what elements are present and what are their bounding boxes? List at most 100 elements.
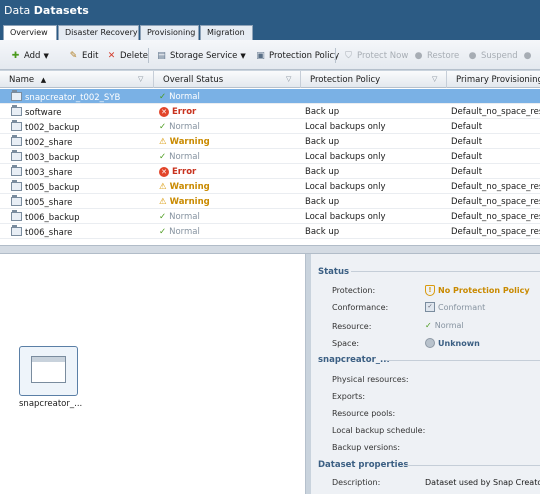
dataset-name: t003_backup [25, 153, 80, 163]
description-value: Dataset used by Snap Creator F [425, 478, 540, 487]
check-icon: ✓ [159, 122, 167, 132]
status-cell: ✓ Normal [156, 224, 301, 239]
tab-overview[interactable]: Overview [3, 25, 57, 41]
protection-value: ! No Protection Policy [425, 285, 530, 296]
dataset-name-cell: t003_backup [8, 149, 154, 164]
protection-policy-cell: Back up [305, 227, 340, 237]
sort-ascending-icon: ▲ [40, 76, 47, 84]
check-icon: ✓ [425, 321, 432, 330]
table-row[interactable]: snapcreator_t002_SYB ✓ Normal [0, 89, 540, 104]
filter-icon[interactable]: ▽ [286, 75, 295, 84]
table-row[interactable]: t002_backup ✓ Normal Local backups only Defa… [0, 119, 540, 134]
protection-policy-cell: Local backups only [305, 182, 386, 192]
dataset-folder-icon [11, 105, 22, 116]
status-cell: ⚠ Warning [156, 134, 301, 149]
tab-migration[interactable]: Migration [200, 25, 253, 40]
dataset-node-icon [31, 356, 66, 383]
dataset-name: t005_share [25, 198, 73, 208]
page-title: Datasets [33, 4, 89, 17]
policy-icon: ▣ [256, 50, 265, 61]
dataset-name-cell: software [8, 104, 154, 119]
status-normal: Normal [169, 122, 200, 132]
table-row[interactable]: t003_backup ✓ Normal Local backups only Defa… [0, 149, 540, 164]
space-value: Unknown [425, 338, 480, 348]
status-section-title: Status [318, 267, 350, 277]
protection-policy-button[interactable]: ▣ Protection Policy [255, 49, 339, 63]
title-prefix: Data [4, 4, 31, 17]
column-header-policy[interactable]: Protection Policy [301, 71, 447, 88]
dataset-name: t002_share [25, 138, 73, 148]
tab-provisioning[interactable]: Provisioning [140, 25, 199, 40]
provisioning-policy-cell: Default_no_space_reser [451, 107, 540, 117]
conformance-icon: ✓ [425, 302, 435, 312]
datasets-table: Name ▲ ▽ Overall Status ▽ Protection Pol… [0, 71, 540, 245]
edit-label: Edit [82, 51, 99, 61]
dataset-folder-icon [11, 165, 22, 176]
protect-now-button[interactable]: ⛉ Protect Now [343, 49, 408, 63]
table-row[interactable]: t006_share ✓ Normal Back up Default_no_space… [0, 224, 540, 239]
table-header: Name ▲ ▽ Overall Status ▽ Protection Pol… [0, 71, 540, 88]
filter-icon[interactable]: ▽ [432, 75, 441, 84]
table-row[interactable]: t003_share ✕ Error Back up Default [0, 164, 540, 179]
dataset-name-cell: snapcreator_t002_SYB [8, 89, 154, 104]
protection-label: Protection: [332, 286, 376, 295]
protection-policy-cell [302, 89, 447, 104]
table-row[interactable]: t002_share ⚠ Warning Back up Default [0, 134, 540, 149]
add-button[interactable]: ✚ Add ▼ [10, 49, 49, 63]
dataset-name: t006_backup [25, 213, 80, 223]
filter-icon[interactable]: ▽ [138, 75, 147, 84]
status-cell: ⚠ Warning [156, 194, 301, 209]
protection-policy-cell: Back up [305, 137, 340, 147]
physical-resources-label: Physical resources: [332, 375, 409, 384]
table-row[interactable]: t006_backup ✓ Normal Local backups only Defa… [0, 209, 540, 224]
status-warning: Warning [169, 137, 210, 147]
status-cell: ✓ Normal [156, 149, 301, 164]
column-header-status[interactable]: Overall Status [154, 71, 301, 88]
details-pane: Status Protection: ! No Protection Polic… [311, 254, 540, 494]
table-row[interactable]: t005_share ⚠ Warning Back up Default_no_spac… [0, 194, 540, 209]
delete-icon: ✕ [107, 50, 116, 61]
space-label: Space: [332, 339, 360, 348]
status-normal: Normal [169, 92, 200, 102]
conformance-label: Conformance: [332, 303, 389, 312]
column-header-name[interactable]: Name ▲ [0, 71, 154, 88]
status-cell: ⚠ Warning [156, 179, 301, 194]
dataset-name-cell: t005_backup [8, 179, 154, 194]
storage-service-button[interactable]: ▤ Storage Service ▼ [156, 49, 246, 63]
delete-button[interactable]: ✕ Delete [106, 49, 148, 63]
protection-policy-cell: Local backups only [305, 122, 386, 132]
protection-policy-cell: Local backups only [305, 212, 386, 222]
tab-disaster-recovery[interactable]: Disaster Recovery [58, 25, 139, 40]
status-normal: Normal [169, 212, 200, 222]
dataset-folder-icon [11, 150, 22, 161]
toolbar-divider [335, 48, 336, 63]
section-divider [386, 360, 540, 361]
conformance-value-text: Conformant [438, 302, 486, 312]
restore-button[interactable]: ● Restore [413, 49, 460, 63]
status-cell: ✕ Error [156, 164, 301, 179]
tab-bar: Overview Disaster Recovery Provisioning … [0, 22, 540, 41]
add-icon: ✚ [11, 50, 20, 61]
space-value-text: Unknown [438, 338, 480, 348]
chevron-down-icon: ▼ [240, 52, 246, 60]
toolbar-divider [148, 48, 149, 63]
table-row[interactable]: software ✕ Error Back up Default_no_space_re… [0, 104, 540, 119]
pane-splitter[interactable] [0, 245, 540, 254]
dataset-name-cell: t006_share [8, 224, 154, 239]
dataset-tile[interactable] [19, 346, 78, 396]
check-icon: ✓ [159, 152, 167, 162]
error-icon: ✕ [159, 167, 169, 177]
dataset-name: t002_backup [25, 123, 80, 133]
edit-button[interactable]: ✎ Edit [68, 49, 99, 63]
column-header-provisioning[interactable]: Primary Provisioning Polic [447, 71, 540, 88]
restore-label: Restore [427, 51, 460, 61]
overflow-button[interactable]: ● [522, 49, 533, 63]
warning-icon: ⚠ [159, 197, 167, 207]
restore-icon: ● [414, 50, 423, 61]
table-row[interactable]: t005_backup ⚠ Warning Local backups only Def… [0, 179, 540, 194]
suspend-button[interactable]: ● Suspend [467, 49, 518, 63]
dataset-properties-title: Dataset properties [318, 460, 409, 470]
section-divider [351, 271, 540, 272]
protection-policy-label: Protection Policy [269, 51, 340, 61]
status-cell: ✓ Normal [156, 209, 301, 224]
